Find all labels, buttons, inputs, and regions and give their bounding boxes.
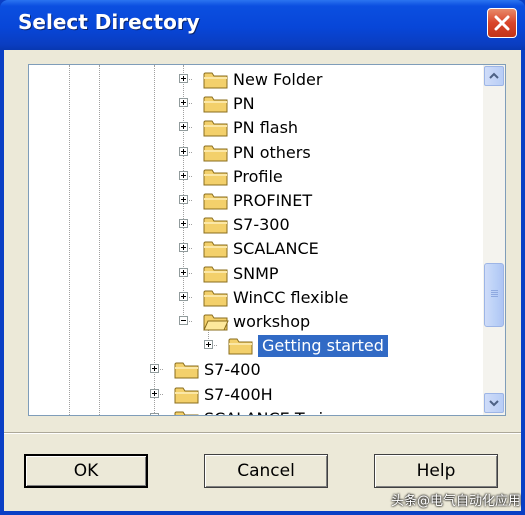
expand-icon[interactable] (179, 291, 188, 301)
folder-icon (203, 118, 229, 138)
tree-item[interactable]: S7-300 (29, 214, 479, 238)
expand-icon[interactable] (150, 412, 159, 415)
tree-item[interactable]: PN others (29, 142, 479, 166)
folder-icon (203, 94, 229, 114)
tree-item[interactable]: PN (29, 93, 479, 117)
title-bar[interactable]: Select Directory (0, 0, 525, 50)
thumb-grip (491, 290, 498, 291)
folder-icon (203, 288, 229, 308)
scroll-thumb[interactable] (484, 263, 504, 327)
watermark-text: 头条@电气自动化应用 (390, 494, 521, 509)
expand-icon[interactable] (179, 74, 188, 83)
folder-icon (203, 70, 229, 90)
separator (4, 432, 521, 434)
expand-icon[interactable] (179, 243, 188, 253)
folder-icon (203, 239, 229, 259)
tree-item[interactable]: WinCC flexible (29, 287, 479, 311)
tree-item-label[interactable]: PN flash (233, 117, 298, 139)
expand-icon[interactable] (179, 195, 188, 204)
tree-item[interactable]: PN flash (29, 117, 479, 141)
tree-item[interactable]: SCALANCE (29, 238, 479, 262)
tree-item[interactable]: PROFINET (29, 190, 479, 214)
tree-item-label[interactable]: PROFINET (233, 190, 312, 212)
folder-open-icon (203, 312, 229, 332)
tree-item[interactable]: workshop (29, 311, 479, 335)
folder-icon (174, 385, 200, 405)
expand-icon[interactable] (150, 364, 159, 374)
folder-icon (174, 360, 200, 380)
directory-tree[interactable]: New Folder PN PN flash PN others Profile PROF… (28, 64, 506, 416)
cancel-button[interactable]: Cancel (204, 454, 328, 488)
scroll-up-button[interactable] (484, 66, 504, 86)
tree-item-label[interactable]: New Folder (233, 69, 322, 91)
expand-icon[interactable] (179, 98, 188, 108)
vertical-scrollbar[interactable] (483, 65, 505, 415)
tree-item-label[interactable]: S7-300 (233, 214, 290, 236)
tree-item-label[interactable]: SNMP (233, 263, 279, 285)
expand-icon[interactable] (179, 146, 188, 156)
tree-item-label[interactable]: SCALANCE (233, 238, 319, 260)
tree-item[interactable]: New Folder (29, 69, 479, 93)
tree-item-label[interactable]: WinCC flexible (233, 287, 348, 309)
expand-icon[interactable] (204, 340, 213, 350)
dialog-title: Select Directory (18, 10, 200, 34)
folder-icon (203, 167, 229, 187)
tree-item[interactable]: SNMP (29, 263, 479, 287)
tree-item[interactable]: S7-400H (29, 384, 479, 408)
scroll-down-button[interactable] (484, 393, 504, 413)
expand-icon[interactable] (150, 388, 159, 398)
thumb-grip (491, 294, 498, 295)
tree-item[interactable]: SCALANCE Train (29, 408, 479, 415)
chevron-up-icon (489, 72, 499, 79)
tree-item[interactable]: Profile (29, 166, 479, 190)
tree-item-label[interactable]: S7-400H (204, 384, 273, 406)
dialog-body: New Folder PN PN flash PN others Profile PROF… (4, 50, 521, 511)
tree-item-label[interactable]: Getting started (258, 335, 388, 358)
ok-button[interactable]: OK (24, 454, 148, 488)
tree-item[interactable]: Getting started (29, 335, 479, 359)
close-button[interactable] (487, 8, 517, 38)
close-icon (494, 15, 510, 31)
tree-item-label[interactable]: PN (233, 93, 255, 115)
folder-icon (174, 409, 200, 415)
folder-icon (203, 215, 229, 235)
tree-item-label[interactable]: workshop (233, 311, 310, 333)
help-button[interactable]: Help (374, 454, 498, 488)
thumb-grip (491, 292, 498, 293)
expand-icon[interactable] (179, 267, 188, 277)
folder-icon (228, 336, 254, 356)
tree-item-label[interactable]: S7-400 (204, 359, 261, 381)
expand-icon[interactable] (179, 219, 188, 229)
folder-icon (203, 264, 229, 284)
expand-icon[interactable] (179, 122, 188, 132)
folder-icon (203, 191, 229, 211)
tree-item-label[interactable]: PN others (233, 142, 311, 164)
folder-icon (203, 143, 229, 163)
collapse-icon[interactable] (179, 316, 188, 325)
thumb-grip (491, 296, 498, 297)
tree-item[interactable]: S7-400 (29, 359, 479, 383)
chevron-down-icon (489, 400, 499, 407)
expand-icon[interactable] (179, 170, 188, 180)
tree-item-label[interactable]: SCALANCE Train (204, 408, 333, 415)
tree-item-label[interactable]: Profile (233, 166, 283, 188)
select-directory-dialog: Select Directory New Folder PN PN flash PN … (0, 0, 525, 515)
